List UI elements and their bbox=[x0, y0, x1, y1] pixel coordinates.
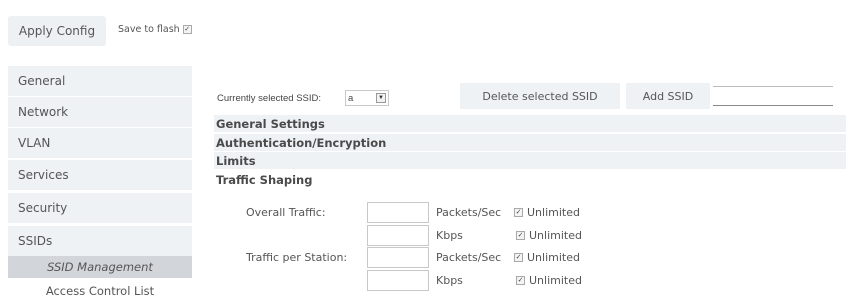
sidebar-item-security[interactable]: Security bbox=[8, 193, 192, 223]
sidebar-item-label: VLAN bbox=[18, 136, 51, 150]
traffic-per-station-label: Traffic per Station: bbox=[246, 251, 348, 264]
sidebar-item-general[interactable]: General bbox=[8, 66, 192, 96]
station-packets-input[interactable] bbox=[367, 247, 429, 268]
unlimited-label: Unlimited bbox=[529, 229, 582, 242]
apply-config-button[interactable]: Apply Config bbox=[8, 16, 106, 46]
sidebar-item-label: Network bbox=[18, 105, 69, 119]
sidebar-subitem-access-control-list[interactable]: Access Control List bbox=[8, 280, 192, 302]
section-traffic-shaping[interactable]: Traffic Shaping bbox=[214, 171, 846, 188]
chevron-down-icon: ▼ bbox=[376, 93, 386, 103]
packets-unit-label: Packets/Sec bbox=[436, 251, 502, 264]
save-to-flash: Save to flash ✓ bbox=[118, 24, 192, 35]
save-to-flash-label: Save to flash bbox=[118, 24, 180, 35]
overall-traffic-label: Overall Traffic: bbox=[246, 206, 326, 219]
station-kbps-input[interactable] bbox=[367, 270, 429, 291]
sidebar-item-ssids[interactable]: SSIDs bbox=[8, 226, 192, 256]
ssid-select[interactable]: a ▼ bbox=[345, 90, 389, 106]
section-authentication-encryption[interactable]: Authentication/Encryption bbox=[214, 134, 846, 151]
add-ssid-button[interactable]: Add SSID bbox=[626, 83, 710, 109]
ssid-select-value: a bbox=[348, 92, 354, 104]
overall-packets-input[interactable] bbox=[367, 202, 429, 223]
packets-unit-label: Packets/Sec bbox=[436, 206, 502, 219]
section-limits[interactable]: Limits bbox=[214, 152, 846, 169]
unlimited-checkbox[interactable]: ✓ bbox=[516, 231, 525, 240]
sidebar-subitem-ssid-management[interactable]: SSID Management bbox=[8, 256, 192, 278]
kbps-unit-label: Kbps bbox=[436, 274, 463, 287]
sidebar-item-label: SSIDs bbox=[18, 234, 53, 248]
currently-selected-ssid-label: Currently selected SSID: bbox=[217, 93, 322, 104]
unlimited-checkbox[interactable]: ✓ bbox=[514, 253, 523, 262]
sidebar-item-vlan[interactable]: VLAN bbox=[8, 128, 192, 158]
sidebar-item-network[interactable]: Network bbox=[8, 97, 192, 127]
add-ssid-input[interactable] bbox=[713, 86, 833, 106]
overall-packets-unlimited: ✓ Unlimited bbox=[514, 206, 580, 219]
unlimited-checkbox[interactable]: ✓ bbox=[514, 208, 523, 217]
overall-kbps-input[interactable] bbox=[367, 225, 429, 246]
unlimited-label: Unlimited bbox=[529, 274, 582, 287]
delete-ssid-button[interactable]: Delete selected SSID bbox=[460, 83, 620, 109]
unlimited-checkbox[interactable]: ✓ bbox=[516, 276, 525, 285]
overall-kbps-unlimited: ✓ Unlimited bbox=[516, 229, 582, 242]
unlimited-label: Unlimited bbox=[527, 206, 580, 219]
sidebar-item-label: General bbox=[18, 74, 66, 88]
save-to-flash-checkbox[interactable]: ✓ bbox=[182, 25, 192, 34]
sidebar-item-label: Security bbox=[18, 201, 68, 215]
sidebar-item-label: Services bbox=[18, 168, 69, 182]
unlimited-label: Unlimited bbox=[527, 251, 580, 264]
kbps-unit-label: Kbps bbox=[436, 229, 463, 242]
station-packets-unlimited: ✓ Unlimited bbox=[514, 251, 580, 264]
section-general-settings[interactable]: General Settings bbox=[214, 115, 846, 132]
station-kbps-unlimited: ✓ Unlimited bbox=[516, 274, 582, 287]
sidebar-item-services[interactable]: Services bbox=[8, 160, 192, 190]
